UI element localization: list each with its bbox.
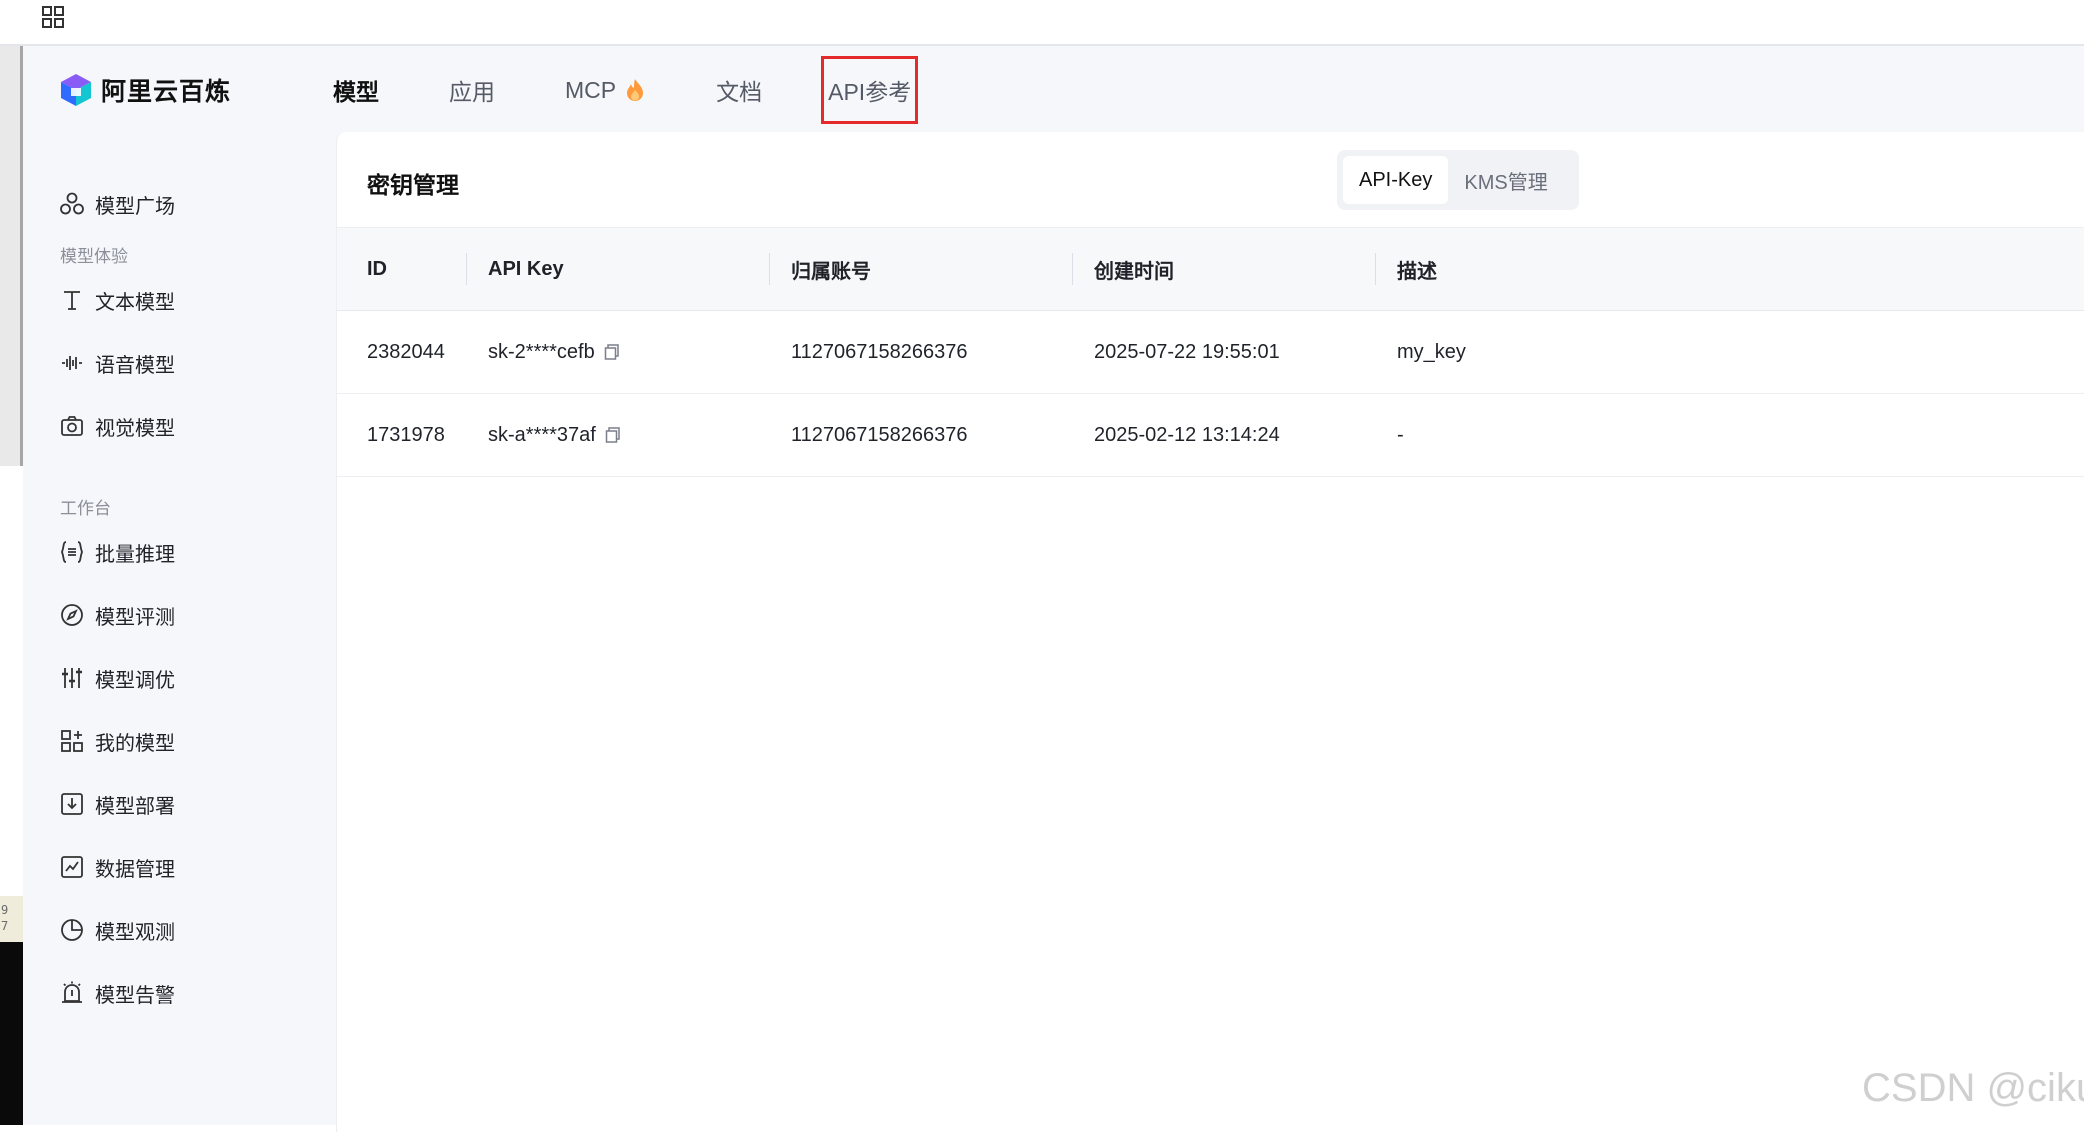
sidebar-item-label: 视觉模型 bbox=[95, 417, 175, 440]
sidebar-item-label: 我的模型 bbox=[95, 732, 175, 755]
sidebar-item-label: 数据管理 bbox=[95, 858, 175, 881]
key-type-segmented-control: API-Key KMS管理 bbox=[1337, 150, 1579, 210]
cell-api-key: sk-2****cefb bbox=[488, 311, 621, 393]
camera-icon bbox=[61, 416, 83, 436]
copy-icon[interactable] bbox=[604, 426, 622, 444]
brand-name: 阿里云百炼 bbox=[101, 78, 232, 106]
sidebar-item-model-square[interactable]: 模型广场 bbox=[59, 182, 175, 226]
segment-api-key[interactable]: API-Key bbox=[1343, 156, 1449, 204]
column-header-account: 归属账号 bbox=[791, 260, 871, 283]
cell-account: 1127067158266376 bbox=[791, 423, 968, 446]
sidebar-item-label: 语音模型 bbox=[95, 354, 175, 377]
text-t-icon bbox=[64, 291, 80, 310]
sidebar-item-model-tuning[interactable]: 模型调优 bbox=[59, 656, 175, 700]
sidebar-item-label: 模型部署 bbox=[95, 795, 175, 818]
bailian-logo bbox=[61, 74, 91, 106]
key-management-panel: 密钥管理 API-Key KMS管理 ID API Key 归属账号 创建时间 … bbox=[336, 132, 2084, 1132]
download-box-icon bbox=[61, 793, 83, 815]
tab-apps[interactable]: 应用 bbox=[449, 73, 495, 107]
tab-models-label: 模型 bbox=[333, 79, 379, 105]
sidebar-item-label: 模型观测 bbox=[95, 921, 175, 944]
window-edge-black bbox=[0, 942, 23, 1125]
sliders-icon bbox=[62, 668, 82, 688]
tab-docs[interactable]: 文档 bbox=[716, 73, 762, 107]
window-edge-gray bbox=[0, 46, 20, 466]
tab-apps-label: 应用 bbox=[449, 79, 495, 105]
sidebar-item-label: 文本模型 bbox=[95, 291, 175, 314]
tab-mcp[interactable]: MCP bbox=[565, 77, 646, 104]
grid-plus-icon bbox=[61, 730, 83, 752]
browser-top-strip bbox=[0, 0, 2084, 46]
compass-icon bbox=[61, 604, 83, 626]
sidebar-group-label: 工作台 bbox=[60, 499, 111, 518]
sidebar-item-my-models[interactable]: 我的模型 bbox=[59, 719, 175, 763]
app-window: 阿里云百炼 模型 应用 MCP 文档 API参考 模型广场 模型体验 文本模型 … bbox=[23, 46, 2084, 1132]
cell-description: - bbox=[1397, 423, 1404, 446]
page-title: 密钥管理 bbox=[367, 172, 459, 198]
column-separator bbox=[769, 253, 770, 285]
sidebar-item-text-model[interactable]: 文本模型 bbox=[59, 278, 175, 322]
sidebar-item-vision-model[interactable]: 视觉模型 bbox=[59, 404, 175, 448]
tab-api-reference[interactable]: API参考 bbox=[821, 56, 919, 124]
sidebar-item-batch-inference[interactable]: 批量推理 bbox=[59, 530, 175, 574]
sidebar-item-model-eval[interactable]: 模型评测 bbox=[59, 593, 175, 637]
column-header-id: ID bbox=[367, 257, 387, 280]
segment-kms[interactable]: KMS管理 bbox=[1448, 156, 1563, 204]
cell-id: 1731978 bbox=[367, 423, 445, 446]
table-row: 2382044 sk-2****cefb 1127067158266376 20… bbox=[337, 311, 2084, 394]
cell-api-key: sk-a****37af bbox=[488, 394, 622, 476]
sidebar-item-data-management[interactable]: 数据管理 bbox=[59, 845, 175, 889]
api-key-value: sk-2****cefb bbox=[488, 340, 595, 363]
cell-created: 2025-07-22 19:55:01 bbox=[1094, 340, 1280, 363]
tab-models[interactable]: 模型 bbox=[333, 73, 379, 107]
tab-docs-label: 文档 bbox=[716, 79, 763, 105]
column-header-created: 创建时间 bbox=[1094, 260, 1174, 283]
copy-icon[interactable] bbox=[603, 343, 621, 361]
sidebar-item-model-observe[interactable]: 模型观测 bbox=[59, 908, 175, 952]
sidebar-item-label: 模型评测 bbox=[95, 606, 175, 629]
cell-id: 2382044 bbox=[367, 340, 445, 363]
cube-network-icon bbox=[60, 192, 84, 215]
table-row: 1731978 sk-a****37af 1127067158266376 20… bbox=[337, 394, 2084, 477]
sidebar-item-label: 模型调优 bbox=[95, 669, 175, 692]
api-key-value: sk-a****37af bbox=[488, 423, 596, 446]
watermark: CSDN @ciku bbox=[1862, 1066, 2084, 1110]
brand[interactable]: 阿里云百炼 bbox=[59, 68, 231, 112]
cell-created: 2025-02-12 13:14:24 bbox=[1094, 423, 1280, 446]
cell-description: my_key bbox=[1397, 340, 1466, 363]
column-separator bbox=[1072, 253, 1073, 285]
cell-account: 1127067158266376 bbox=[791, 340, 968, 363]
window-edge-text: 9 7 bbox=[0, 896, 23, 942]
sidebar-item-label: 批量推理 bbox=[95, 543, 175, 566]
sidebar-item-label: 模型告警 bbox=[95, 984, 175, 1007]
fire-icon bbox=[627, 79, 644, 101]
column-header-api-key: API Key bbox=[488, 257, 564, 280]
top-nav: 模型 应用 MCP 文档 API参考 bbox=[333, 56, 985, 124]
chart-box-icon bbox=[61, 856, 83, 878]
sidebar-group-label: 模型体验 bbox=[60, 247, 128, 266]
table-header: ID API Key 归属账号 创建时间 描述 bbox=[337, 228, 2084, 311]
column-separator bbox=[1375, 253, 1376, 285]
sidebar-item-voice-model[interactable]: 语音模型 bbox=[59, 341, 175, 385]
column-separator bbox=[466, 253, 467, 285]
window-edge-white bbox=[0, 466, 23, 896]
sidebar-item-model-deploy[interactable]: 模型部署 bbox=[59, 782, 175, 826]
tab-mcp-label: MCP bbox=[565, 76, 617, 103]
waveform-icon bbox=[62, 356, 82, 370]
column-header-description: 描述 bbox=[1397, 260, 1437, 283]
alarm-bell-icon bbox=[62, 981, 82, 1003]
braces-list-icon bbox=[61, 541, 83, 563]
pie-chart-icon bbox=[61, 919, 83, 941]
apps-grid-icon[interactable] bbox=[40, 4, 68, 32]
tab-api-reference-label: API参考 bbox=[828, 79, 912, 105]
sidebar-item-model-alarm[interactable]: 模型告警 bbox=[59, 971, 175, 1015]
sidebar-item-label: 模型广场 bbox=[95, 195, 175, 218]
